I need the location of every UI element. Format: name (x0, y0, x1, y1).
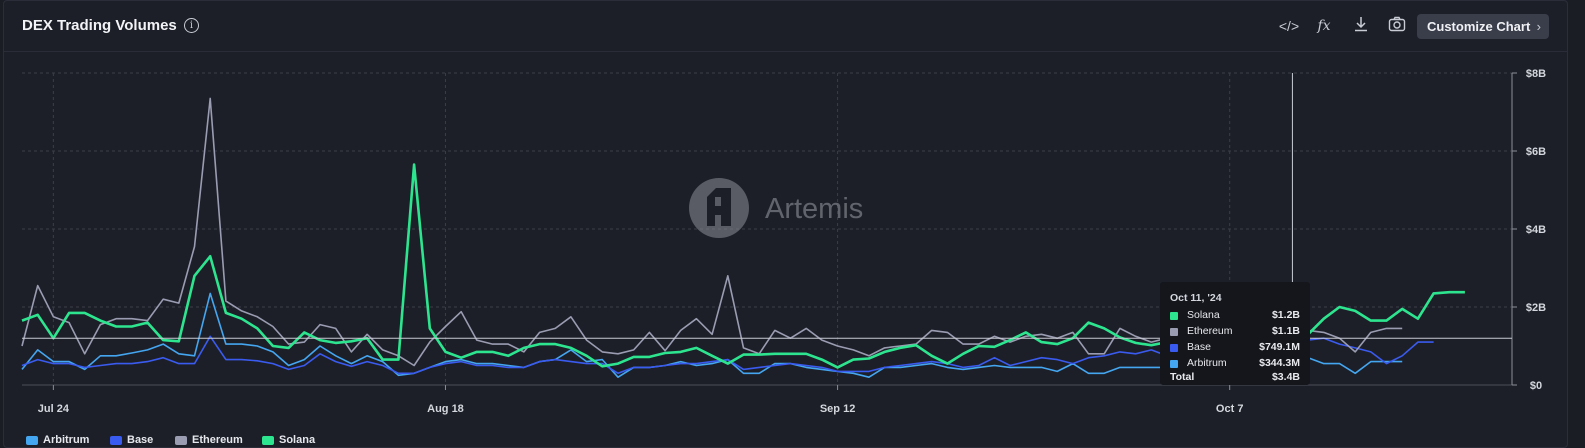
tooltip-swatch (1170, 312, 1178, 320)
legend-swatch (262, 435, 274, 445)
y-tick-label: $2B (1526, 302, 1546, 314)
tooltip-row-ethereum: Ethereum $1.1B (1170, 325, 1300, 339)
tooltip-row-arbitrum: Arbitrum $344.3M (1170, 357, 1300, 371)
y-tick-label: $8B (1526, 68, 1546, 80)
tooltip-total-label: Total (1170, 371, 1195, 383)
tooltip-series-value: $1.2B (1271, 309, 1300, 321)
legend-item-ethereum[interactable]: Ethereum (175, 434, 243, 446)
tooltip-series-value: $1.1B (1271, 325, 1300, 337)
chart-card: DEX Trading Volumes i </> fx Customize C… (3, 0, 1568, 448)
tooltip-total-row: Total $3.4B (1170, 371, 1300, 385)
legend-label: Arbitrum (43, 434, 90, 446)
legend-item-base[interactable]: Base (110, 434, 153, 446)
x-tick-label: Jul 24 (38, 403, 70, 415)
legend-label: Ethereum (192, 434, 243, 446)
legend-label: Base (127, 434, 154, 446)
tooltip-series-value: $344.3M (1259, 357, 1300, 369)
watermark-text: Artemis (765, 193, 863, 225)
legend-label: Solana (279, 434, 316, 446)
tooltip-date: Oct 11, '24 (1170, 292, 1222, 304)
y-tick-label: $0 (1530, 380, 1542, 392)
tooltip-swatch (1170, 328, 1178, 336)
tooltip-swatch (1170, 344, 1178, 352)
legend-swatch (110, 435, 122, 445)
tooltip-row-base: Base $749.1M (1170, 341, 1300, 355)
tooltip-series-name: Base (1187, 341, 1211, 353)
chart-tooltip: Oct 11, '24 Solana $1.2B Ethereum $1.1B … (1160, 282, 1310, 385)
legend-swatch (175, 435, 187, 445)
y-tick-label: $6B (1526, 146, 1546, 158)
tooltip-row-solana: Solana $1.2B (1170, 309, 1300, 323)
legend-swatch (26, 435, 38, 445)
x-tick-label: Sep 12 (820, 403, 855, 415)
x-tick-label: Aug 18 (427, 403, 464, 415)
dex-volume-chart[interactable]: Artemis $0 $2B $4B $6B $8B Jul 24 Aug 18 Sep 12… (4, 1, 1568, 448)
y-tick-label: $4B (1526, 224, 1546, 236)
legend-item-solana[interactable]: Solana (262, 434, 315, 446)
tooltip-swatch (1170, 360, 1178, 368)
tooltip-series-name: Ethereum (1187, 325, 1233, 337)
legend-item-arbitrum[interactable]: Arbitrum (26, 434, 89, 446)
tooltip-series-name: Arbitrum (1187, 357, 1227, 369)
tooltip-total-value: $3.4B (1271, 371, 1300, 383)
x-tick-label: Oct 7 (1216, 403, 1244, 415)
tooltip-series-value: $749.1M (1259, 341, 1300, 353)
tooltip-series-name: Solana (1187, 309, 1220, 321)
